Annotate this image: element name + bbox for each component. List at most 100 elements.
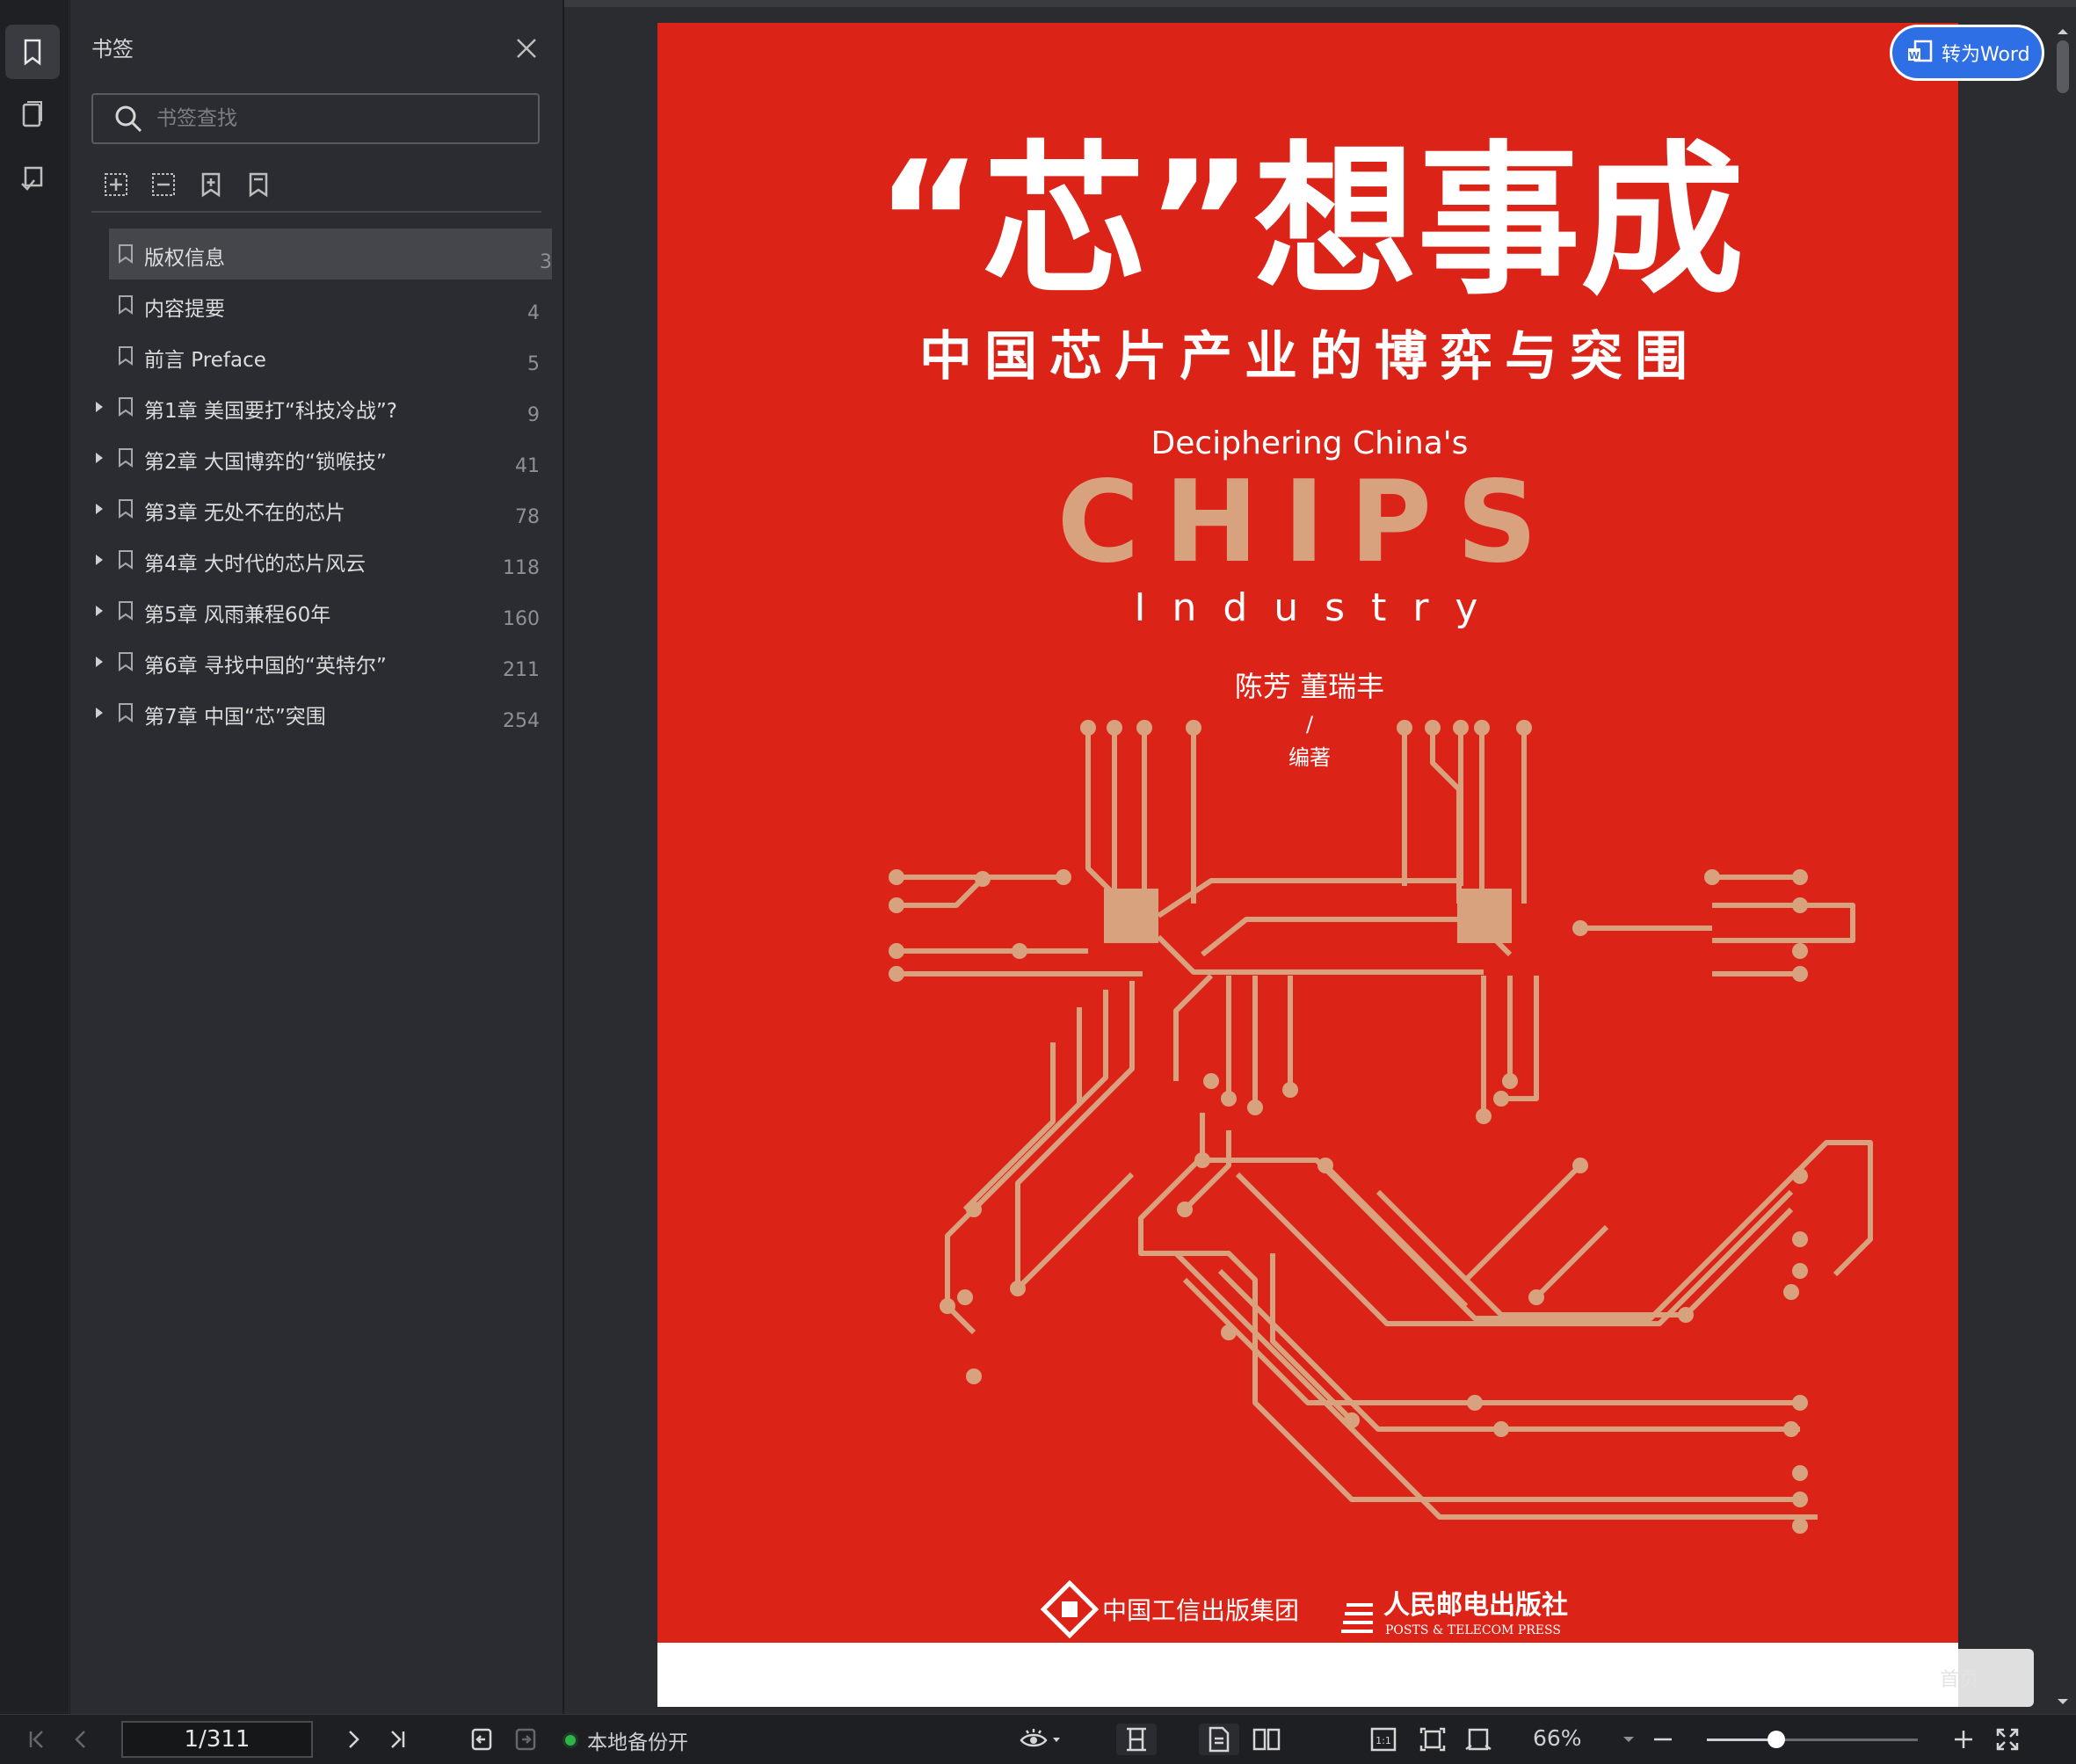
scroll-down-icon[interactable] [2055, 1696, 2071, 1707]
bookmark-page: 3 [540, 251, 552, 273]
bookmark-label: 版权信息 [144, 247, 225, 270]
first-page-button[interactable] [21, 1724, 53, 1755]
bookmark-icon [119, 550, 133, 570]
bookmark-label: 内容提要 [144, 298, 225, 321]
add-bookmark-icon [201, 172, 221, 198]
bookmark-page: 160 [503, 608, 540, 630]
bookmark-list: 版权信息 3 内容提要 4 前言 Preface 5 第1章 美国要打“科技冷战… [83, 229, 552, 738]
convert-to-word-button[interactable]: W 转为Word [1890, 25, 2044, 81]
expand-caret-icon[interactable] [93, 656, 105, 668]
scroll-up-icon[interactable] [2055, 26, 2071, 37]
thumbnail-icon [22, 101, 42, 127]
forward-view-icon [515, 1728, 536, 1751]
expand-caret-icon[interactable] [93, 401, 105, 413]
actual-size-button[interactable]: 1:1 [1366, 1724, 1401, 1755]
convert-to-word-label: 转为Word [1942, 44, 2030, 66]
chevron-down-icon [1623, 1737, 1634, 1742]
fit-page-button[interactable] [1415, 1724, 1450, 1755]
zoom-in-button[interactable] [1948, 1724, 1979, 1755]
last-page-icon [391, 1731, 405, 1748]
pdf-page: “芯”想事成 中国芯片产业的博弈与突围 Deciphering China's … [657, 23, 1958, 1707]
zoom-slider-fill [1707, 1739, 1777, 1741]
bookmark-item[interactable]: 第3章 无处不在的芯片 78 [83, 483, 552, 534]
forward-view-button[interactable] [510, 1724, 541, 1755]
book-cover: “芯”想事成 中国芯片产业的博弈与突围 Deciphering China's … [657, 23, 1958, 1643]
cover-english-line3: I n d u s t r y [1135, 585, 1485, 630]
bookmark-item[interactable]: 第1章 美国要打“科技冷战”? 9 [83, 381, 552, 432]
bookmark-item[interactable]: 第2章 大国博弈的“锁喉技” 41 [83, 432, 552, 483]
bookmark-item[interactable]: 第5章 风雨兼程60年 160 [83, 585, 552, 636]
single-page-button[interactable] [1199, 1724, 1239, 1755]
bookmark-item[interactable]: 内容提要 4 [83, 279, 552, 330]
add-bookmark-button[interactable] [195, 169, 227, 200]
bookmark-icon [119, 703, 133, 722]
bookmark-settings-button[interactable] [243, 169, 274, 200]
bookmark-search-box[interactable] [91, 93, 540, 144]
bookmark-label: 第5章 风雨兼程60年 [144, 604, 331, 627]
bookmark-icon [119, 448, 133, 468]
bookmark-toolbar [100, 169, 274, 200]
zoom-slider[interactable] [1707, 1731, 1918, 1748]
back-view-button[interactable] [466, 1724, 497, 1755]
fit-page-icon [1419, 1727, 1446, 1752]
bookmark-label: 第6章 寻找中国的“英特尔” [144, 655, 387, 678]
publisher-name-2: 人民邮电出版社 [1383, 1590, 1568, 1621]
word-convert-icon: W [1908, 40, 1933, 62]
single-page-icon [1209, 1726, 1230, 1753]
zoom-dropdown-button[interactable] [1615, 1724, 1642, 1755]
cover-role: 编著 [1288, 745, 1331, 770]
back-view-icon [471, 1728, 492, 1751]
close-icon[interactable] [513, 35, 540, 62]
bookmark-item[interactable]: 第7章 中国“芯”突围 254 [83, 687, 552, 738]
bookmark-panel: 书签 版权信息 3 内容提要 4 前言 Pref [70, 0, 563, 1714]
expand-all-button[interactable] [100, 169, 132, 200]
bookmark-item[interactable]: 第4章 大时代的芯片风云 118 [83, 534, 552, 585]
expand-caret-icon[interactable] [93, 554, 105, 566]
zoom-out-button[interactable] [1647, 1724, 1679, 1755]
fit-width-button[interactable] [1461, 1724, 1496, 1755]
cover-slash: / [1306, 712, 1314, 737]
bookmark-search-input[interactable] [155, 106, 510, 131]
thumbnail-panel-button[interactable] [5, 88, 60, 142]
previous-page-button[interactable] [65, 1724, 97, 1755]
expand-caret-icon[interactable] [93, 707, 105, 719]
page-number-input[interactable]: 1/311 [121, 1721, 313, 1758]
publisher-logo-1 [1040, 1579, 1100, 1639]
cover-artwork: “芯”想事成 中国芯片产业的博弈与突围 Deciphering China's … [875, 126, 1873, 1639]
bookmark-icon [119, 244, 133, 264]
chevron-right-icon [349, 1731, 359, 1748]
last-page-button[interactable] [381, 1724, 413, 1755]
bookmark-item[interactable]: 版权信息 3 [109, 229, 552, 279]
bookmark-page: 118 [503, 557, 540, 579]
annotation-panel-button[interactable] [5, 151, 60, 206]
zoom-level[interactable]: 66% [1533, 1725, 1582, 1751]
cover-english-chips: CHIPS [1057, 457, 1563, 588]
bookmark-page: 78 [515, 506, 540, 528]
collapse-all-button[interactable] [148, 169, 179, 200]
fit-width-icon [1465, 1728, 1492, 1751]
bookmark-item[interactable]: 前言 Preface 5 [83, 330, 552, 381]
collapse-all-icon [152, 173, 175, 196]
fullscreen-button[interactable] [1992, 1724, 2023, 1755]
backup-status[interactable]: 本地备份开 [563, 1725, 688, 1755]
bookmark-panel-button[interactable] [5, 25, 60, 79]
next-page-button[interactable] [338, 1724, 369, 1755]
expand-caret-icon[interactable] [93, 605, 105, 617]
bookmark-icon [24, 39, 41, 66]
expand-caret-icon[interactable] [93, 452, 105, 464]
search-icon [115, 105, 142, 133]
bookmark-outline-icon [249, 172, 268, 198]
bookmark-page: 41 [515, 455, 540, 477]
vertical-scrollbar[interactable] [2055, 26, 2071, 1714]
expand-caret-icon[interactable] [93, 503, 105, 515]
two-page-button[interactable] [1246, 1724, 1287, 1755]
bookmark-page: 4 [527, 302, 540, 324]
circuit-chip-illustration [889, 720, 1873, 1534]
floating-first-page-button[interactable]: 首页 [1884, 1649, 2034, 1707]
eye-protection-button[interactable] [1016, 1724, 1069, 1755]
expand-all-icon [105, 173, 127, 196]
bookmark-item[interactable]: 第6章 寻找中国的“英特尔” 211 [83, 636, 552, 687]
scrollbar-thumb[interactable] [2057, 40, 2069, 93]
zoom-slider-knob[interactable] [1768, 1731, 1786, 1748]
continuous-scroll-button[interactable] [1116, 1724, 1157, 1755]
